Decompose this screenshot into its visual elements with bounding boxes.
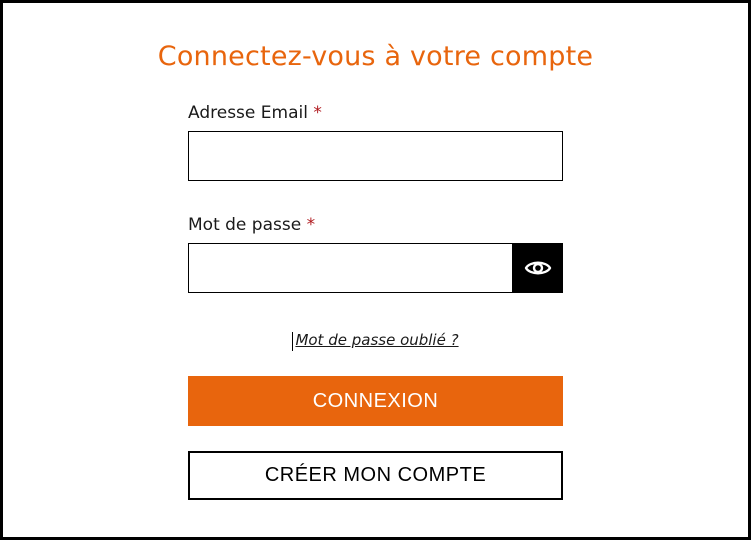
login-button[interactable]: CONNEXION	[188, 376, 563, 426]
login-form: Adresse Email * Mot de passe *	[188, 101, 563, 293]
password-required-mark: *	[306, 215, 316, 235]
password-label: Mot de passe *	[188, 213, 563, 237]
forgot-password-link[interactable]: Mot de passe oublié ?	[292, 331, 458, 349]
email-label: Adresse Email *	[188, 101, 563, 125]
password-field[interactable]	[188, 243, 563, 293]
create-account-button[interactable]: CRÉER MON COMPTE	[188, 451, 563, 500]
password-row	[188, 243, 563, 293]
email-label-text: Adresse Email	[188, 103, 308, 123]
password-group: Mot de passe *	[188, 213, 563, 293]
login-panel: Connectez-vous à votre compte Adresse Em…	[0, 0, 751, 540]
forgot-password-row: Mot de passe oublié ?	[3, 331, 748, 349]
password-label-text: Mot de passe	[188, 215, 302, 235]
toggle-password-visibility-button[interactable]	[512, 243, 563, 293]
email-group: Adresse Email *	[188, 101, 563, 181]
email-field[interactable]	[188, 131, 563, 181]
email-required-mark: *	[313, 103, 322, 123]
page-title: Connectez-vous à votre compte	[157, 41, 594, 72]
eye-icon	[524, 261, 551, 275]
